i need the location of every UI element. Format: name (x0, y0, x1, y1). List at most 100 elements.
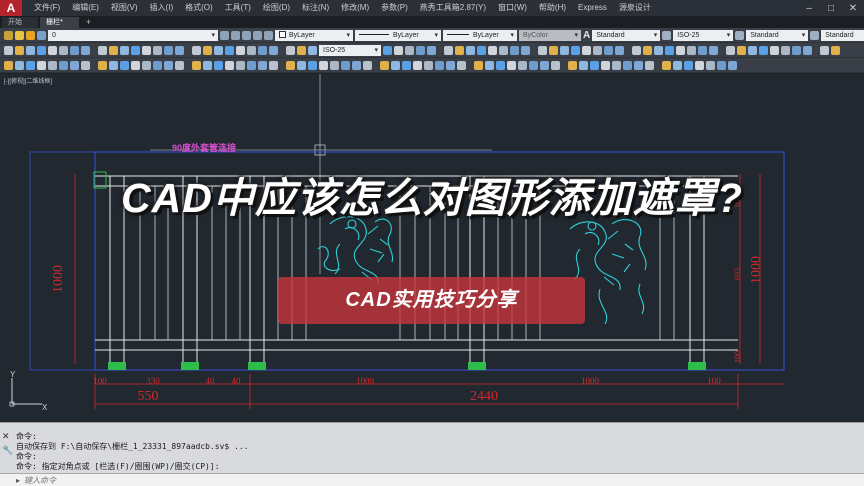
menu-item[interactable]: 工具(T) (219, 0, 257, 16)
draw-tool-icon[interactable] (604, 45, 613, 55)
menu-item[interactable]: 视图(V) (105, 0, 144, 16)
dim-tool-icon[interactable] (695, 60, 704, 70)
dim-tool-icon[interactable] (518, 60, 527, 70)
dim-tool-icon[interactable] (424, 60, 433, 70)
dim-tool-icon[interactable] (98, 60, 107, 70)
draw-tool-icon[interactable] (175, 45, 184, 55)
draw-tool-icon[interactable] (510, 45, 519, 55)
draw-tool-icon[interactable] (803, 45, 812, 55)
lock-icon[interactable] (37, 30, 46, 40)
dim-tool-icon[interactable] (391, 60, 400, 70)
dim-tool-icon[interactable] (496, 60, 505, 70)
dim-tool-icon[interactable] (192, 60, 201, 70)
dim-tool-icon[interactable] (601, 60, 610, 70)
draw-tool-icon[interactable] (571, 45, 580, 55)
dim-tool-icon[interactable] (297, 60, 306, 70)
draw-tool-icon[interactable] (687, 45, 696, 55)
draw-tool-icon[interactable] (444, 45, 453, 55)
wrench-icon[interactable]: 🔧 (2, 445, 13, 455)
dim-tool-icon[interactable] (330, 60, 339, 70)
draw-tool-icon[interactable] (258, 45, 267, 55)
dim-tool-icon[interactable] (214, 60, 223, 70)
menu-item[interactable]: 修改(M) (335, 0, 375, 16)
draw-tool-icon[interactable] (593, 45, 602, 55)
draw-tool-icon[interactable] (488, 45, 497, 55)
dim-tool-icon[interactable] (142, 60, 151, 70)
layer-isolate-icon[interactable] (264, 30, 273, 40)
dim-tool-icon[interactable] (673, 60, 682, 70)
dim-tool-icon[interactable] (717, 60, 726, 70)
dim-tool-icon[interactable] (92, 61, 96, 70)
layer-dropdown[interactable]: 0 (48, 29, 218, 41)
draw-tool-icon[interactable] (499, 45, 508, 55)
draw-tool-icon[interactable] (416, 45, 425, 55)
dim-tool-icon[interactable] (446, 60, 455, 70)
dim-tool-icon[interactable] (684, 60, 693, 70)
draw-tool-icon[interactable] (643, 45, 652, 55)
table-style-icon[interactable] (735, 30, 745, 40)
dim-tool-icon[interactable] (579, 60, 588, 70)
draw-tool-icon[interactable] (405, 45, 414, 55)
menu-item[interactable]: 绘图(D) (257, 0, 296, 16)
menu-item[interactable]: 源泉设计 (613, 0, 657, 16)
menu-item[interactable]: 插入(I) (144, 0, 180, 16)
color-dropdown[interactable]: ByLayer (275, 29, 353, 41)
draw-tool-icon[interactable] (720, 46, 724, 55)
draw-tool-icon[interactable] (297, 45, 306, 55)
draw-tool-icon[interactable] (698, 45, 707, 55)
draw-tool-icon[interactable] (92, 46, 96, 55)
dim-tool-icon[interactable] (507, 60, 516, 70)
dim-tool-icon[interactable] (81, 60, 90, 70)
dim-tool-icon[interactable] (225, 60, 234, 70)
draw-tool-icon[interactable] (438, 46, 442, 55)
draw-tool-icon[interactable] (615, 45, 624, 55)
draw-tool-icon[interactable] (737, 45, 746, 55)
draw-tool-icon[interactable] (247, 45, 256, 55)
draw-tool-icon[interactable] (748, 45, 757, 55)
close-icon[interactable]: ✕ (2, 431, 12, 441)
menu-item[interactable]: 编辑(E) (66, 0, 105, 16)
dim-tool-icon[interactable] (485, 60, 494, 70)
menu-item[interactable]: 帮助(H) (533, 0, 572, 16)
dim-style-dropdown-secondary[interactable]: ISO-25 (319, 44, 381, 56)
light-bulb-icon[interactable] (15, 30, 24, 40)
dim-tool-icon[interactable] (352, 60, 361, 70)
dim-tool-icon[interactable] (109, 60, 118, 70)
draw-tool-icon[interactable] (70, 45, 79, 55)
draw-tool-icon[interactable] (814, 46, 818, 55)
draw-tool-icon[interactable] (98, 45, 107, 55)
draw-tool-icon[interactable] (427, 45, 436, 55)
draw-tool-icon[interactable] (477, 45, 486, 55)
autocad-logo-icon[interactable]: A (0, 0, 22, 16)
layer-manager-icon[interactable] (4, 30, 13, 40)
dim-tool-icon[interactable] (540, 60, 549, 70)
menu-item[interactable]: 参数(P) (375, 0, 414, 16)
dim-tool-icon[interactable] (4, 60, 13, 70)
layer-match-icon[interactable] (253, 30, 262, 40)
draw-tool-icon[interactable] (665, 45, 674, 55)
draw-tool-icon[interactable] (26, 45, 35, 55)
drawing-viewport[interactable]: [-][俯视][二维线框] 1000 1000 100 693 100 100 … (0, 74, 864, 422)
dim-tool-icon[interactable] (568, 60, 577, 70)
menu-item[interactable]: 格式(O) (179, 0, 219, 16)
dim-tool-icon[interactable] (706, 60, 715, 70)
draw-tool-icon[interactable] (4, 45, 13, 55)
dim-tool-icon[interactable] (413, 60, 422, 70)
dim-tool-icon[interactable] (474, 60, 483, 70)
command-input[interactable] (24, 475, 425, 485)
tab-drawing-fence[interactable]: 栅栏* (40, 17, 79, 28)
maximize-button[interactable]: □ (820, 0, 842, 16)
draw-tool-icon[interactable] (81, 45, 90, 55)
draw-tool-icon[interactable] (626, 46, 630, 55)
mleader-style-icon[interactable] (810, 30, 820, 40)
dim-tool-icon[interactable] (269, 60, 278, 70)
dim-tool-icon[interactable] (186, 61, 190, 70)
dim-tool-icon[interactable] (37, 60, 46, 70)
draw-tool-icon[interactable] (236, 45, 245, 55)
linetype-dropdown[interactable]: ByLayer (355, 29, 441, 41)
dim-tool-icon[interactable] (468, 61, 472, 70)
dim-tool-icon[interactable] (258, 60, 267, 70)
dim-tool-icon[interactable] (562, 61, 566, 70)
draw-tool-icon[interactable] (549, 45, 558, 55)
draw-tool-icon[interactable] (286, 45, 295, 55)
